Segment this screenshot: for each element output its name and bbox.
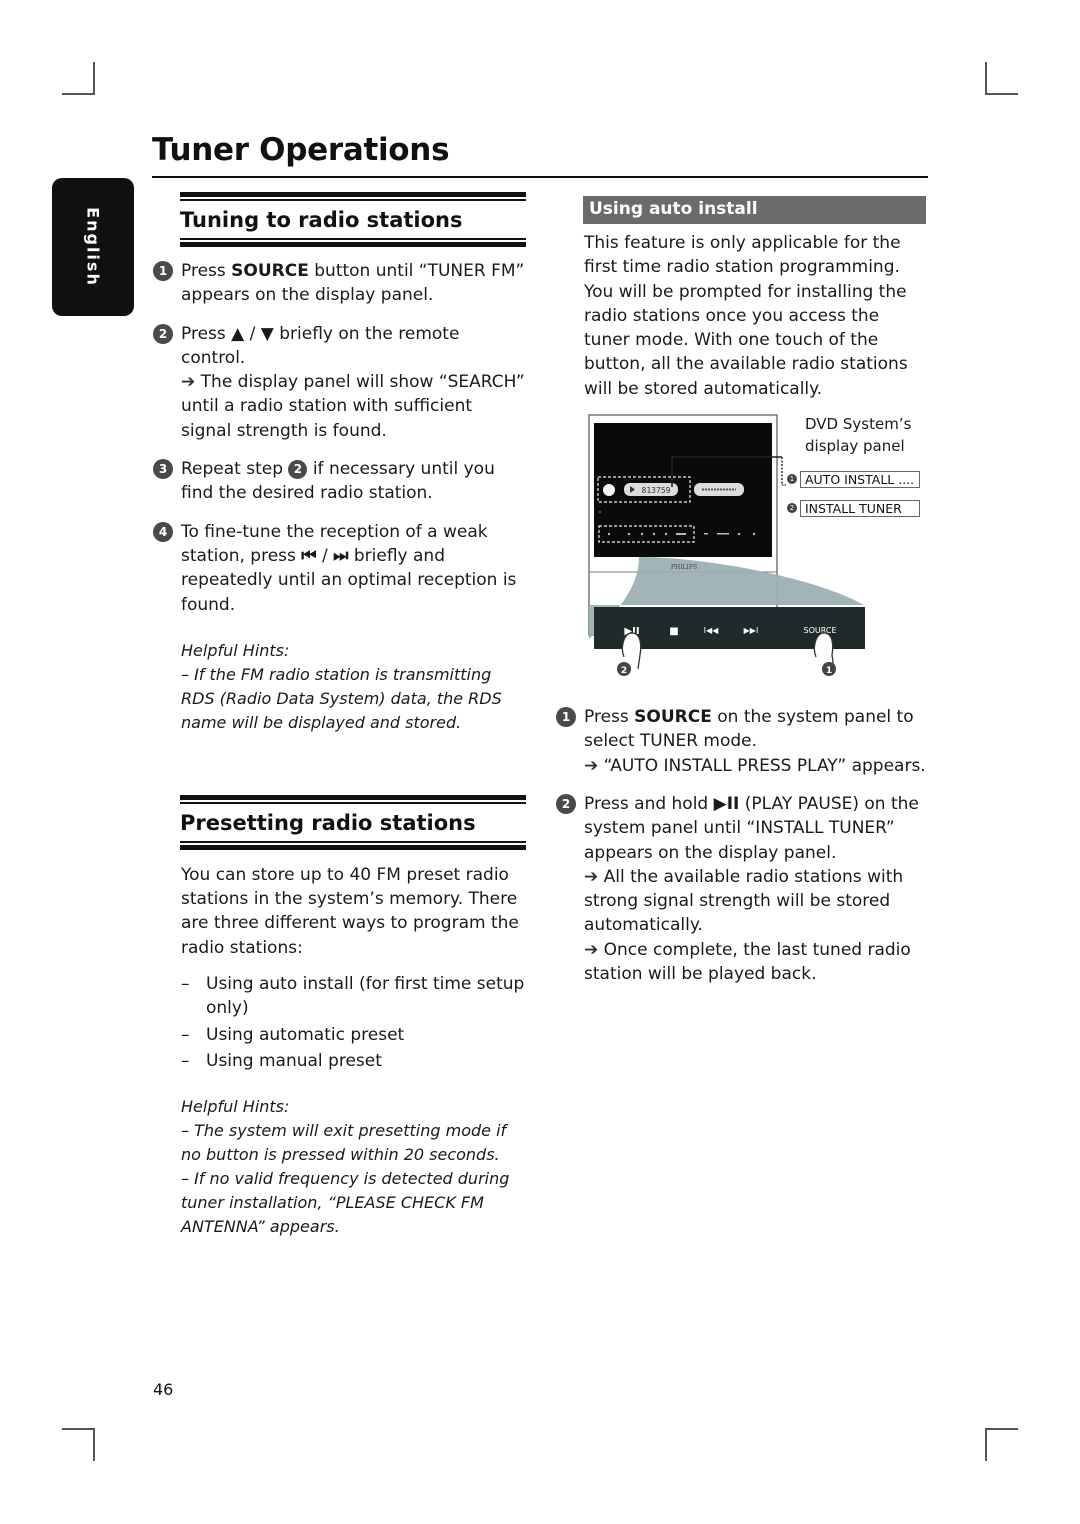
left-column: Tuning to radio stations 1 Press SOURCE … — [153, 192, 526, 1239]
language-tab: English — [52, 178, 134, 316]
result-arrow-icon: ➔ — [584, 755, 599, 776]
step-number-badge: 4 — [153, 521, 173, 542]
section-header-tuning: Tuning to radio stations — [180, 192, 526, 247]
step-number-badge: 3 — [153, 459, 173, 480]
auto-install-steps: 1 Press SOURCE on the system panel to se… — [556, 705, 929, 986]
crop-mark-top-right — [985, 62, 1018, 95]
page-title: Tuner Operations — [152, 132, 450, 168]
section-title-presetting: Presetting radio stations — [180, 810, 476, 835]
result-arrow-icon: ➔ — [584, 939, 599, 960]
step-number-badge: 1 — [556, 707, 576, 728]
hint-item: – If no valid frequency is detected duri… — [181, 1169, 510, 1237]
next-track-icon: ⏭ — [333, 545, 349, 566]
dvd-system-illustration: 813759 PHILIPS ▶II ■ I◀◀ ▶▶I SOURCE 2 1 … — [584, 407, 929, 697]
tuning-step-3: 3 Repeat step 2 if necessary until you f… — [153, 457, 526, 506]
hints-title: Helpful Hints: — [181, 1097, 290, 1117]
hints-title: Helpful Hints: — [181, 640, 290, 660]
right-column: Using auto install This feature is only … — [556, 196, 929, 986]
power-knob — [603, 484, 615, 497]
language-tab-label: English — [83, 207, 103, 287]
auto-install-step-1: 1 Press SOURCE on the system panel to se… — [556, 705, 929, 778]
hint-item: – The system will exit presetting mode i… — [181, 1121, 507, 1165]
crop-mark-bottom-left — [62, 1428, 95, 1461]
crop-mark-bottom-right — [985, 1428, 1018, 1461]
step-number-badge: 2 — [556, 793, 576, 814]
previous-track-icon: ⏮ — [301, 545, 317, 566]
presetting-intro: You can store up to 40 FM preset radio s… — [181, 864, 519, 958]
auto-install-intro: This feature is only applicable for the … — [584, 233, 908, 399]
finger-step-label: 2 — [621, 666, 627, 676]
display-text-auto-install: AUTO INSTALL .... — [800, 471, 920, 489]
section-title-tuning: Tuning to radio stations — [180, 208, 463, 232]
device-display-area — [594, 423, 772, 558]
tuning-helpful-hints: Helpful Hints: – If the FM radio station… — [181, 639, 526, 735]
display-text-install-tuner: INSTALL TUNER — [800, 500, 920, 518]
presetting-methods-list: – Using auto install (for first time setu… — [181, 972, 526, 1073]
lcd-readout: 813759 — [642, 486, 671, 495]
step-number-badge: 2 — [153, 323, 173, 344]
brand-logo: PHILIPS — [671, 564, 697, 571]
next-button: ▶▶I — [744, 626, 759, 635]
step-reference-badge: 2 — [288, 460, 308, 480]
page-number: 46 — [153, 1380, 174, 1399]
figure-caption: DVD System’s display panel — [805, 415, 912, 456]
stop-button: ■ — [669, 626, 678, 637]
section-title-auto-install: Using auto install — [583, 196, 926, 224]
previous-button: I◀◀ — [704, 626, 720, 635]
result-arrow-icon: ➔ — [181, 372, 196, 393]
hint-item: – If the FM radio station is transmittin… — [181, 664, 502, 732]
tuning-step-2: 2 Press ▲ / ▼ briefly on the remote cont… — [153, 322, 526, 443]
tuning-step-4: 4 To fine-tune the reception of a weak s… — [153, 520, 526, 617]
crop-mark-top-left — [62, 62, 95, 95]
list-item: – Using automatic preset — [181, 1024, 405, 1045]
step-number-badge: 1 — [153, 261, 173, 281]
play-pause-icon: ▶II — [713, 793, 740, 814]
section-header-presetting: Presetting radio stations — [180, 794, 526, 850]
list-item: – Using manual preset — [181, 1050, 382, 1071]
list-item: – Using auto install (for first time setu… — [181, 974, 525, 1019]
finger-step-label: 1 — [826, 666, 832, 676]
title-rule — [152, 176, 928, 178]
auto-install-step-2: 2 Press and hold ▶II (PLAY PAUSE) on the… — [556, 792, 929, 986]
tuning-step-1: 1 Press SOURCE button until “TUNER FM” a… — [153, 259, 526, 308]
presetting-helpful-hints: Helpful Hints: – The system will exit pr… — [181, 1095, 526, 1239]
result-arrow-icon: ➔ — [584, 866, 599, 887]
